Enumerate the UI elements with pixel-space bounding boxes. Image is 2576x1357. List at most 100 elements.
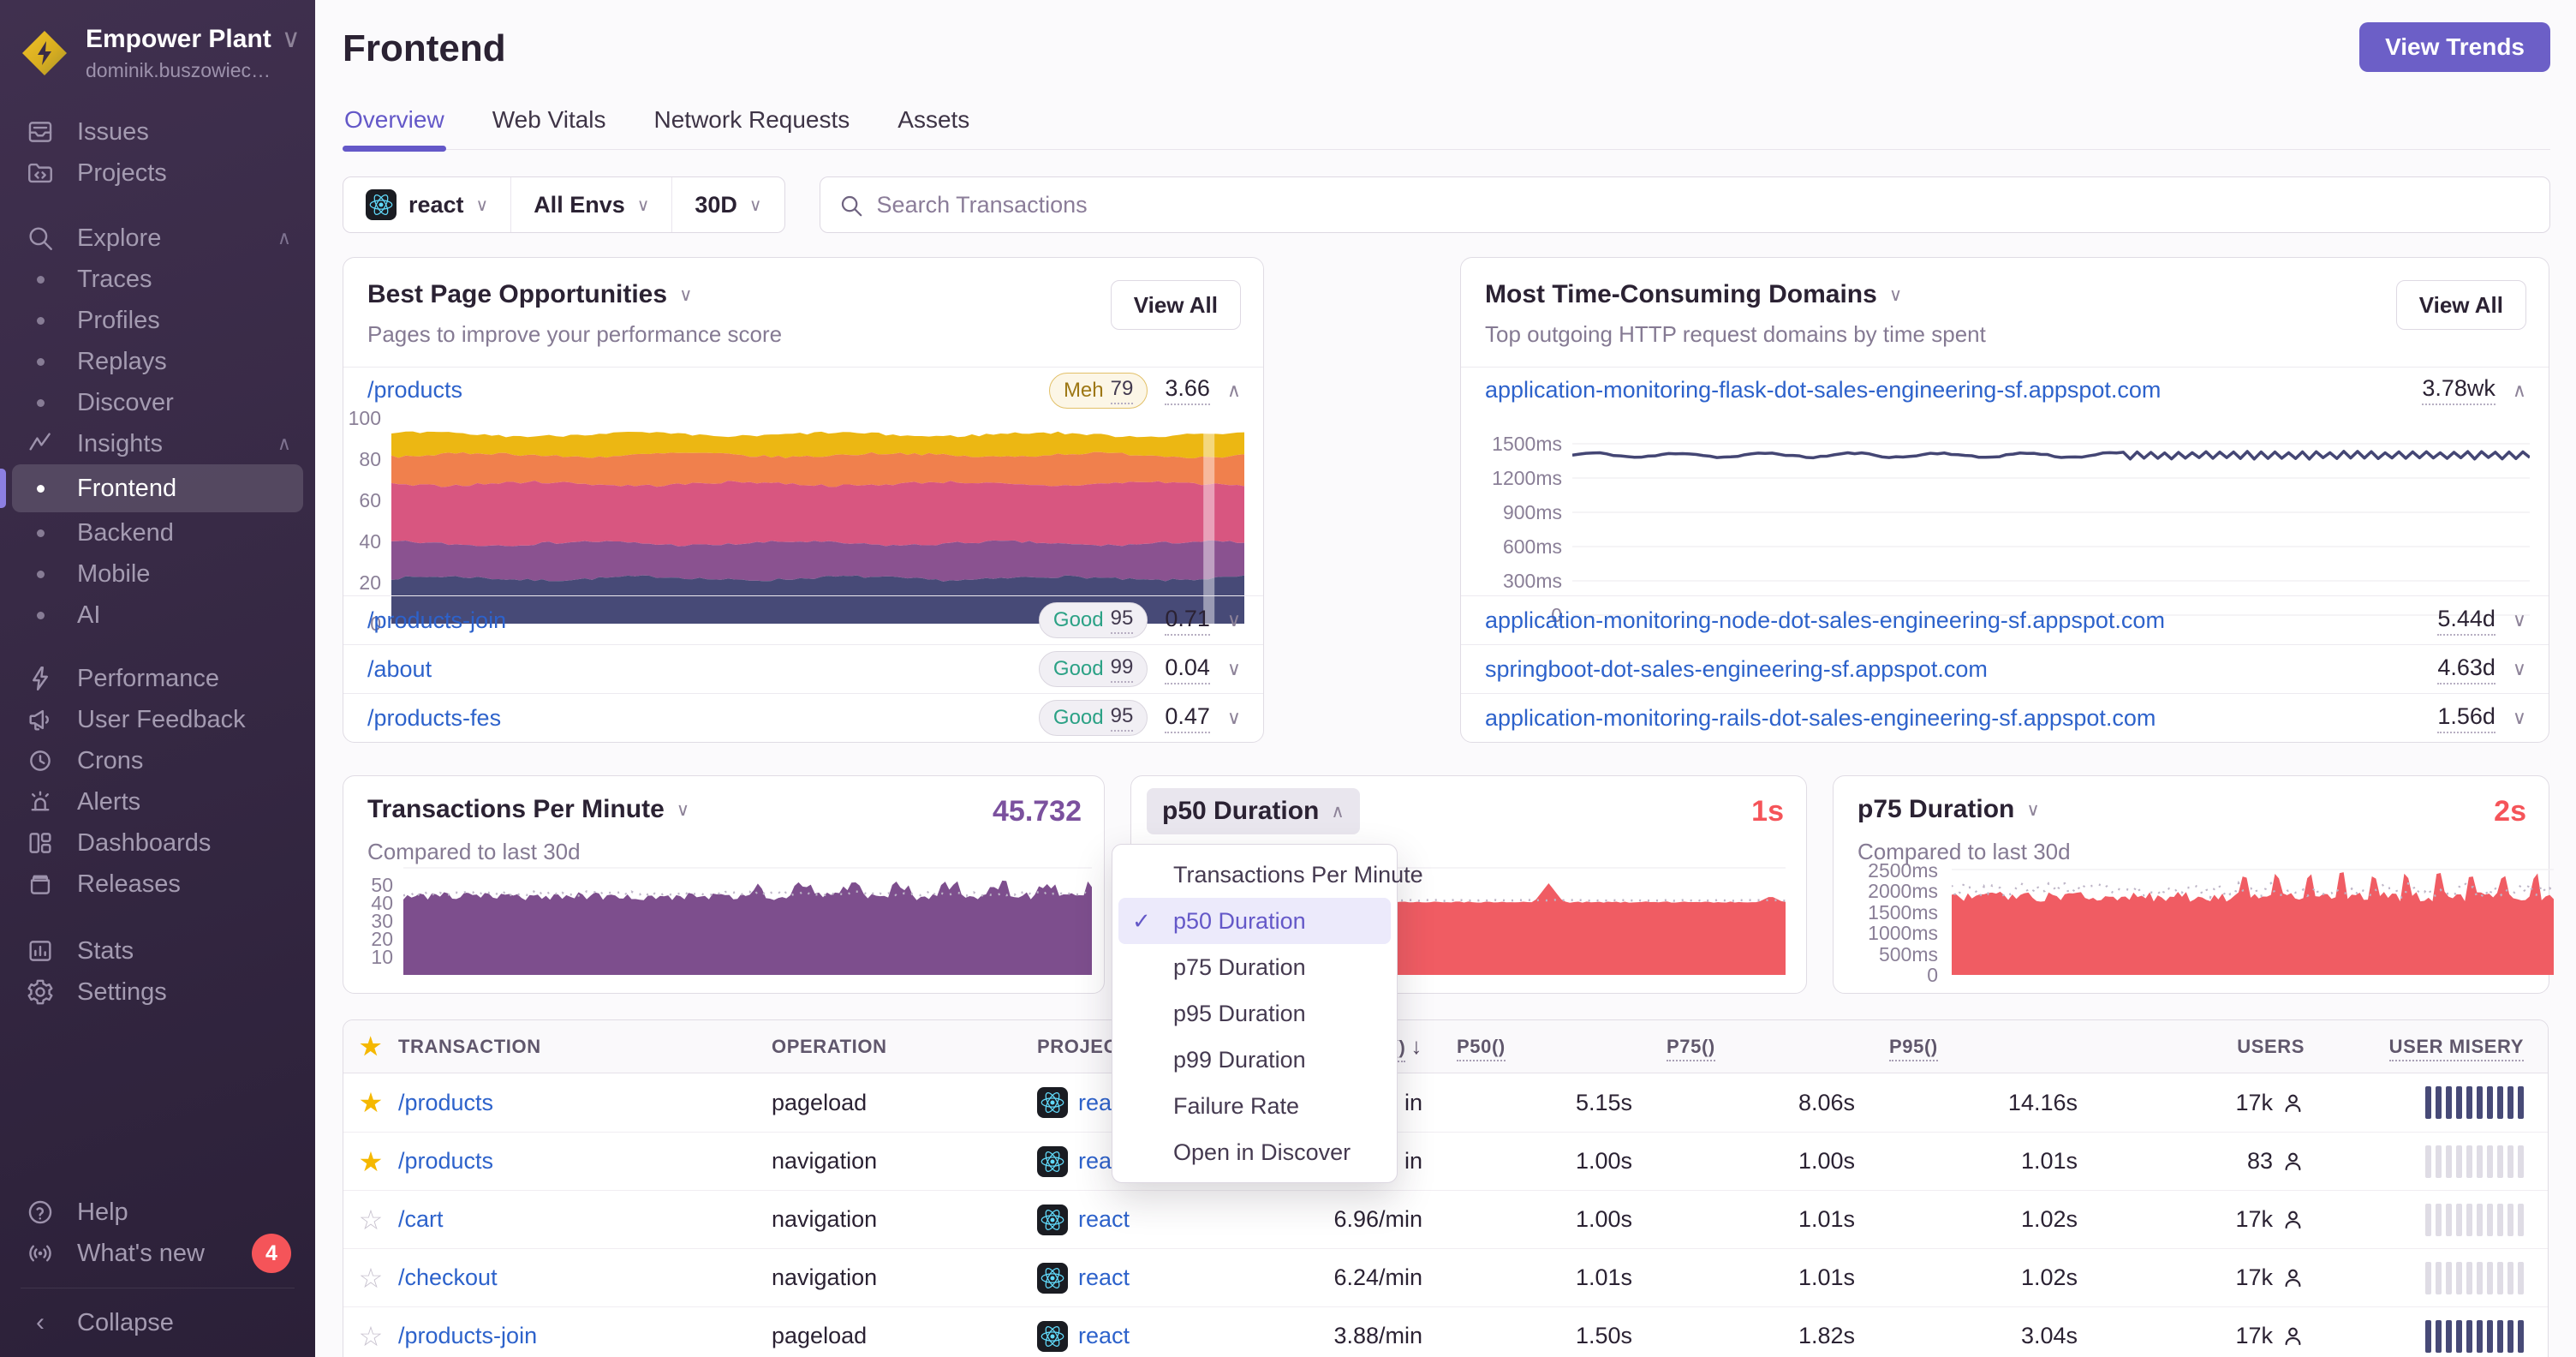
transaction-link[interactable]: /checkout bbox=[398, 1264, 772, 1291]
domain-link[interactable]: springboot-dot-sales-engineering-sf.apps… bbox=[1485, 656, 1988, 683]
project-link[interactable]: react bbox=[1078, 1323, 1130, 1349]
sidebar-item-issues[interactable]: Issues bbox=[12, 111, 303, 152]
table-row[interactable]: ★ /products navigation react in 1.00s 1.… bbox=[343, 1132, 2548, 1190]
col-users[interactable]: USERS bbox=[2078, 1036, 2305, 1058]
chevron-down-icon[interactable]: ∨ bbox=[1227, 658, 1241, 680]
project-link[interactable]: react bbox=[1078, 1206, 1130, 1233]
sidebar-item-ai[interactable]: AI bbox=[12, 595, 303, 636]
sidebar-item-settings[interactable]: Settings bbox=[12, 971, 303, 1013]
domain-link[interactable]: application-monitoring-rails-dot-sales-e… bbox=[1485, 705, 2156, 732]
dropdown-item-transactions-per-minute[interactable]: Transactions Per Minute bbox=[1118, 852, 1423, 898]
table-row[interactable]: ★ /products pageload react in 5.15s 8.06… bbox=[343, 1073, 2548, 1132]
sidebar-item-traces[interactable]: Traces bbox=[12, 259, 303, 300]
page-row[interactable]: /products-join Good 95 0.71 ∨ bbox=[343, 595, 1263, 644]
org-switcher[interactable]: Empower Plant ∨ dominik.buszowiec… bbox=[0, 0, 315, 99]
transaction-link[interactable]: /products-join bbox=[398, 1323, 772, 1349]
tab-network-requests[interactable]: Network Requests bbox=[653, 101, 852, 149]
page-link[interactable]: /products bbox=[367, 377, 462, 404]
project-link[interactable]: react bbox=[1078, 1264, 1130, 1291]
sidebar-item-performance[interactable]: Performance bbox=[12, 658, 303, 699]
tab-web-vitals[interactable]: Web Vitals bbox=[491, 101, 608, 149]
col-operation[interactable]: OPERATION bbox=[772, 1036, 1037, 1058]
col-p95[interactable]: P95() bbox=[1855, 1035, 2078, 1061]
sidebar-item-alerts[interactable]: Alerts bbox=[12, 781, 303, 822]
domains-title[interactable]: Most Time-Consuming Domains ∨ bbox=[1485, 280, 1986, 309]
sidebar-item-dashboards[interactable]: Dashboards bbox=[12, 822, 303, 864]
sidebar-item-projects[interactable]: Projects bbox=[12, 152, 303, 194]
sidebar-item-insights[interactable]: Insights ∧ bbox=[12, 423, 303, 464]
tpm-metric-selector[interactable]: Transactions Per Minute ∨ bbox=[367, 795, 689, 824]
chevron-up-icon[interactable]: ∧ bbox=[2513, 380, 2526, 402]
p75-metric-selector[interactable]: p75 Duration ∨ bbox=[1857, 795, 2040, 824]
tab-assets[interactable]: Assets bbox=[896, 101, 971, 149]
col-user-misery[interactable]: USER MISERY bbox=[2305, 1035, 2548, 1061]
transaction-link[interactable]: /products bbox=[398, 1148, 772, 1175]
sidebar-collapse-button[interactable]: ‹ Collapse bbox=[12, 1302, 303, 1343]
domain-link[interactable]: application-monitoring-node-dot-sales-en… bbox=[1485, 607, 2165, 634]
operation-cell: pageload bbox=[772, 1323, 868, 1348]
table-row[interactable]: ☆ /products-join pageload react 3.88/min… bbox=[343, 1306, 2548, 1357]
clock-icon bbox=[24, 746, 57, 775]
sidebar-item-stats[interactable]: Stats bbox=[12, 930, 303, 971]
col-p50[interactable]: P50() bbox=[1422, 1035, 1632, 1061]
dropdown-item-p50-duration[interactable]: ✓ p50 Duration bbox=[1118, 898, 1391, 944]
sidebar-item-help[interactable]: Help bbox=[12, 1192, 303, 1233]
view-all-domains-button[interactable]: View All bbox=[2395, 280, 2526, 330]
table-row[interactable]: ☆ /cart navigation react 6.96/min 1.00s … bbox=[343, 1190, 2548, 1248]
search-input[interactable] bbox=[819, 176, 2550, 233]
star-icon[interactable]: ☆ bbox=[343, 1262, 398, 1294]
chevron-down-icon[interactable]: ∨ bbox=[1227, 707, 1241, 729]
table-row[interactable]: ☆ /checkout navigation react 6.24/min 1.… bbox=[343, 1248, 2548, 1306]
star-column-header[interactable]: ★ bbox=[343, 1032, 398, 1061]
domain-link[interactable]: application-monitoring-flask-dot-sales-e… bbox=[1485, 377, 2161, 404]
page-link[interactable]: /about bbox=[367, 656, 432, 683]
date-range-filter[interactable]: 30D ∨ bbox=[671, 177, 784, 232]
page-row[interactable]: /products-fes Good 95 0.47 ∨ bbox=[343, 693, 1263, 742]
sidebar-item-explore[interactable]: Explore ∧ bbox=[12, 218, 303, 259]
page-link[interactable]: /products-fes bbox=[367, 705, 501, 732]
transaction-link[interactable]: /products bbox=[398, 1090, 772, 1116]
environment-filter[interactable]: All Envs ∨ bbox=[510, 177, 671, 232]
star-icon[interactable]: ☆ bbox=[343, 1320, 398, 1353]
domain-row[interactable]: application-monitoring-node-dot-sales-en… bbox=[1461, 595, 2549, 644]
sidebar-item-whats-new[interactable]: What's new 4 bbox=[12, 1233, 303, 1274]
page-row-expanded[interactable]: /products Meh 79 3.66 ∧ bbox=[343, 368, 1263, 413]
dropdown-item-open-in-discover[interactable]: Open in Discover bbox=[1118, 1129, 1391, 1175]
chevron-down-icon[interactable]: ∨ bbox=[1227, 609, 1241, 631]
p50-metric-selector[interactable]: p50 Duration ∧ bbox=[1147, 788, 1360, 834]
view-all-pages-button[interactable]: View All bbox=[1110, 280, 1241, 330]
star-icon[interactable]: ★ bbox=[343, 1145, 398, 1178]
sidebar-item-mobile[interactable]: Mobile bbox=[12, 553, 303, 595]
view-trends-button[interactable]: View Trends bbox=[2359, 22, 2550, 72]
dropdown-item-failure-rate[interactable]: Failure Rate bbox=[1118, 1083, 1391, 1129]
dropdown-item-p99-duration[interactable]: p99 Duration bbox=[1118, 1037, 1391, 1083]
chevron-down-icon[interactable]: ∨ bbox=[2513, 609, 2526, 631]
sidebar-item-discover[interactable]: Discover bbox=[12, 382, 303, 423]
tab-overview[interactable]: Overview bbox=[343, 101, 446, 152]
col-transaction[interactable]: TRANSACTION bbox=[398, 1036, 772, 1058]
page-link[interactable]: /products-join bbox=[367, 607, 506, 634]
sidebar-item-profiles[interactable]: Profiles bbox=[12, 300, 303, 341]
sidebar-item-backend[interactable]: Backend bbox=[12, 512, 303, 553]
page-row[interactable]: /about Good 99 0.04 ∨ bbox=[343, 644, 1263, 693]
domain-row-expanded[interactable]: application-monitoring-flask-dot-sales-e… bbox=[1461, 368, 2549, 413]
sidebar-item-replays[interactable]: Replays bbox=[12, 341, 303, 382]
p75-cell: 1.01s bbox=[1798, 1264, 1855, 1290]
dropdown-item-p95-duration[interactable]: p95 Duration bbox=[1118, 990, 1391, 1037]
chevron-down-icon[interactable]: ∨ bbox=[2513, 658, 2526, 680]
domain-row[interactable]: springboot-dot-sales-engineering-sf.apps… bbox=[1461, 644, 2549, 693]
transaction-link[interactable]: /cart bbox=[398, 1206, 772, 1233]
sidebar-item-user-feedback[interactable]: User Feedback bbox=[12, 699, 303, 740]
project-filter[interactable]: react ∨ bbox=[343, 177, 510, 232]
sidebar-item-crons[interactable]: Crons bbox=[12, 740, 303, 781]
chevron-up-icon[interactable]: ∧ bbox=[1227, 380, 1241, 402]
dropdown-item-p75-duration[interactable]: p75 Duration bbox=[1118, 944, 1391, 990]
sidebar-item-frontend[interactable]: Frontend bbox=[0, 464, 303, 512]
star-icon[interactable]: ★ bbox=[343, 1086, 398, 1119]
best-pages-title[interactable]: Best Page Opportunities ∨ bbox=[367, 280, 782, 309]
star-icon[interactable]: ☆ bbox=[343, 1204, 398, 1236]
chevron-down-icon[interactable]: ∨ bbox=[2513, 707, 2526, 729]
col-p75[interactable]: P75() bbox=[1632, 1035, 1855, 1061]
domain-row[interactable]: application-monitoring-rails-dot-sales-e… bbox=[1461, 693, 2549, 742]
sidebar-item-releases[interactable]: Releases bbox=[12, 864, 303, 905]
